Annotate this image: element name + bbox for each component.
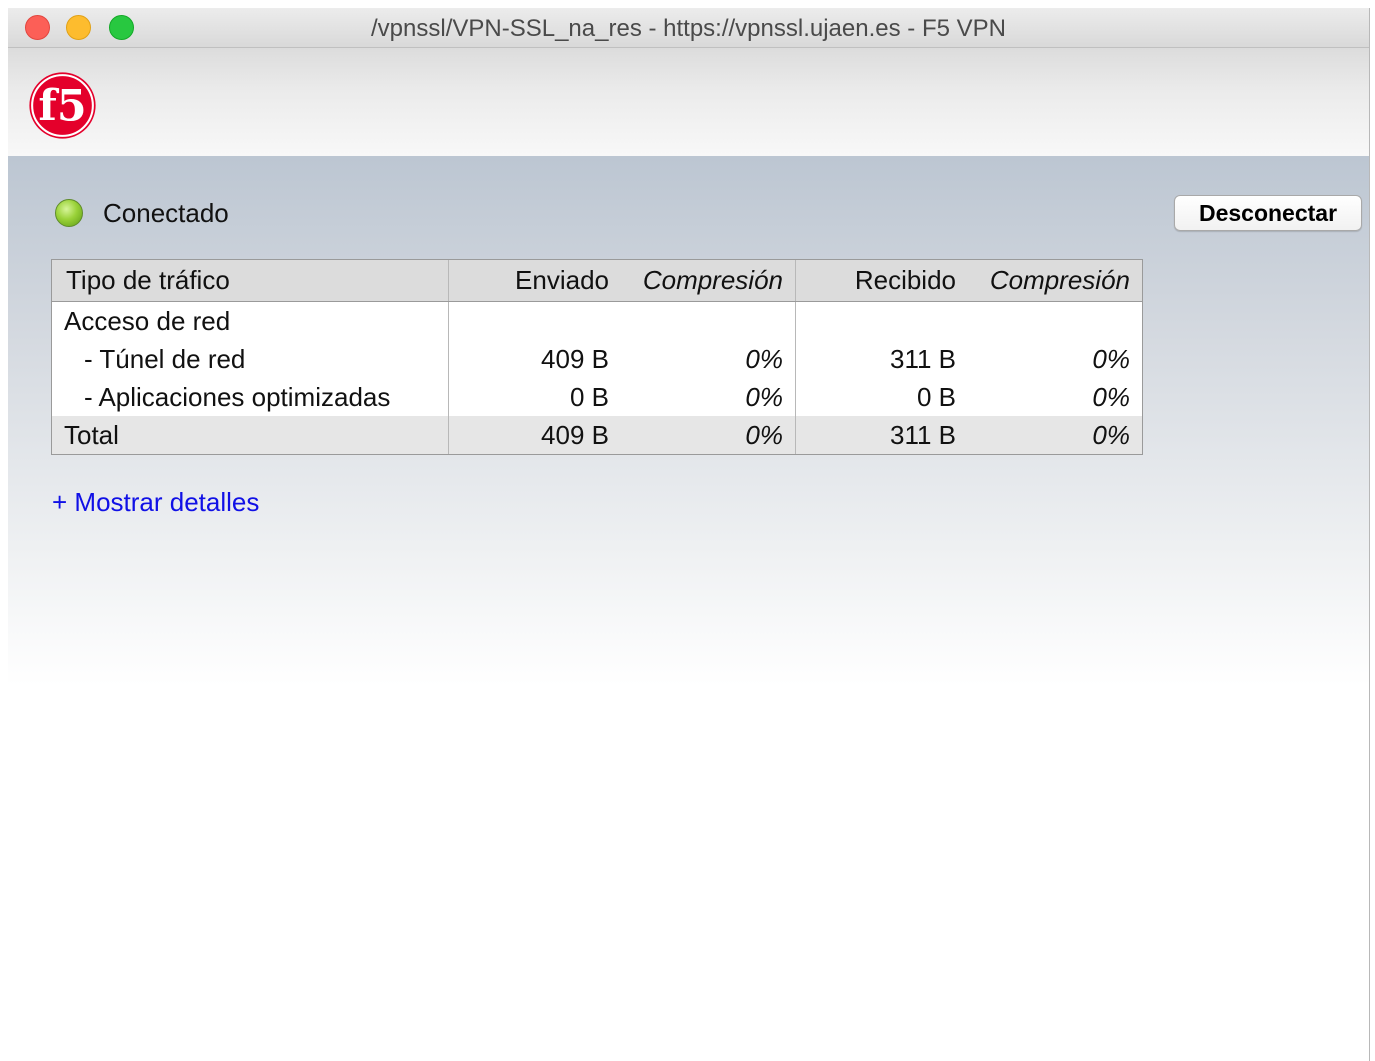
svg-text:f5: f5 (38, 82, 86, 132)
total-received: 311 B (889, 419, 956, 450)
window-title: /vpnssl/VPN-SSL_na_res - https://vpnssl.… (371, 15, 1006, 42)
row-received-compression: 0% (1092, 381, 1130, 412)
row-sent-compression: 0% (619, 378, 796, 416)
total-received-compression: 0% (1092, 419, 1130, 450)
connected-status-icon (55, 199, 83, 227)
table-total-row: Total 409 B 0% 311 B 0% (52, 416, 1142, 454)
header-sent-compression: Compresión (619, 260, 796, 301)
header-received-compression: Compresión (989, 265, 1130, 295)
table-header-row: Tipo de tráfico Enviado Compresión Recib… (52, 260, 1142, 302)
main-content: Conectado Desconectar Tipo de tráfico En… (8, 156, 1369, 1061)
table-row: - Túnel de red 409 B 0% 311 B 0% (52, 340, 1142, 378)
header-traffic-type: Tipo de tráfico (52, 260, 449, 301)
row-sent: 0 B (569, 381, 609, 412)
traffic-table: Tipo de tráfico Enviado Compresión Recib… (51, 259, 1143, 455)
f5-vpn-window: /vpnssl/VPN-SSL_na_res - https://vpnssl.… (8, 8, 1370, 1061)
connection-status: Conectado (55, 198, 229, 228)
row-received: 311 B (889, 343, 956, 374)
title-bar: /vpnssl/VPN-SSL_na_res - https://vpnssl.… (8, 8, 1369, 48)
row-traffic-type: - Aplicaciones optimizadas (52, 378, 449, 416)
row-sent (449, 302, 619, 340)
row-received: 0 B (916, 381, 956, 412)
table-row: Acceso de red (52, 302, 1142, 340)
row-traffic-type: - Túnel de red (52, 340, 449, 378)
row-traffic-type: Acceso de red (52, 302, 449, 340)
status-label: Conectado (103, 197, 229, 228)
row-sent-compression: 0% (619, 340, 796, 378)
f5-logo-icon: f5 (29, 72, 96, 139)
table-row: - Aplicaciones optimizadas 0 B 0% 0 B 0% (52, 378, 1142, 416)
row-received-compression: 0% (1092, 343, 1130, 374)
show-details-link[interactable]: + Mostrar detalles (52, 487, 259, 518)
row-received (796, 302, 966, 340)
row-received-compression (966, 302, 1142, 340)
total-sent: 409 B (541, 419, 609, 450)
row-sent: 409 B (541, 343, 609, 374)
total-sent-compression: 0% (619, 416, 796, 454)
header-received: Recibido (854, 265, 956, 295)
header-bar: f5 (8, 48, 1369, 156)
total-label: Total (52, 416, 449, 454)
disconnect-button[interactable]: Desconectar (1174, 195, 1362, 231)
row-sent-compression (619, 302, 796, 340)
header-sent: Enviado (515, 265, 609, 295)
